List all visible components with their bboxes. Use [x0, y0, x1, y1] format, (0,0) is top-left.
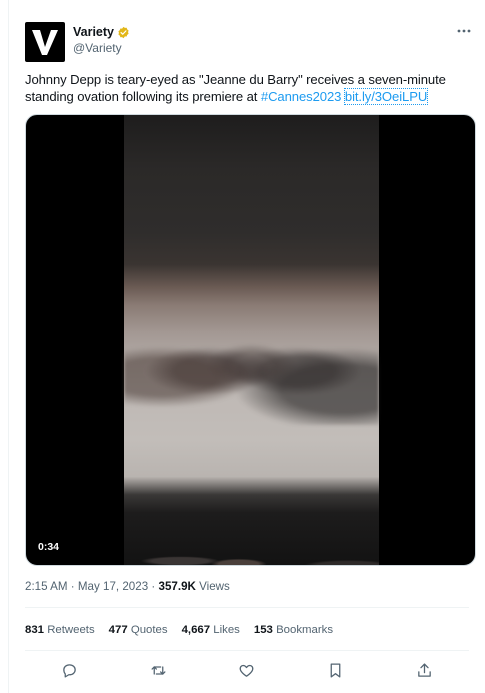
reply-icon: [63, 663, 76, 678]
share-icon: [418, 662, 431, 677]
divider: [25, 650, 469, 651]
meta-separator: ·: [151, 580, 156, 593]
variety-logo-icon: [32, 30, 58, 55]
author-display-name[interactable]: Variety: [73, 25, 114, 39]
tweet-time[interactable]: 2:15 AM: [25, 580, 68, 593]
video-crowd-scene: [124, 305, 379, 425]
like-button[interactable]: [236, 659, 258, 681]
bookmarks-stat[interactable]: 153 Bookmarks: [254, 624, 333, 636]
author-handle[interactable]: @Variety: [73, 41, 122, 55]
more-options-button[interactable]: [453, 22, 475, 40]
bookmark-icon: [330, 662, 341, 678]
views-count: 357.9K: [158, 580, 196, 593]
avatar[interactable]: [25, 22, 65, 62]
share-button[interactable]: [414, 659, 436, 681]
video-foreground: [124, 537, 379, 565]
retweet-icon: [151, 665, 166, 675]
video-frame: [124, 115, 379, 565]
likes-stat[interactable]: 4,667 Likes: [182, 624, 240, 636]
hashtag-link[interactable]: #Cannes2023: [261, 89, 342, 104]
video-duration-badge: 0:34: [34, 539, 64, 555]
meta-separator: ·: [70, 580, 75, 593]
url-link[interactable]: bit.ly/3OeiLPU: [343, 88, 429, 105]
retweet-button[interactable]: [147, 659, 169, 681]
more-dots-icon: [457, 29, 471, 33]
tweet-meta: 2:15 AM · May 17, 2023 · 357.9K Views: [25, 580, 230, 593]
action-bar: [25, 652, 469, 688]
tweet-card: Variety @Variety Johnny Depp is teary-ey…: [8, 0, 485, 693]
views-label: Views: [199, 580, 230, 593]
verified-badge-icon: [118, 26, 129, 38]
author-name-row[interactable]: Variety: [73, 25, 130, 39]
bookmark-button[interactable]: [325, 659, 347, 681]
quotes-stat[interactable]: 477 Quotes: [109, 624, 168, 636]
like-icon: [240, 664, 254, 677]
tweet-text: Johnny Depp is teary-eyed as "Jeanne du …: [25, 71, 483, 105]
retweets-stat[interactable]: 831 Retweets: [25, 624, 95, 636]
divider: [25, 607, 469, 608]
tweet-date[interactable]: May 17, 2023: [78, 580, 148, 593]
video-player[interactable]: 0:34: [25, 114, 476, 566]
reply-button[interactable]: [58, 659, 80, 681]
engagement-stats: 831 Retweets 477 Quotes 4,667 Likes 153 …: [25, 624, 333, 636]
